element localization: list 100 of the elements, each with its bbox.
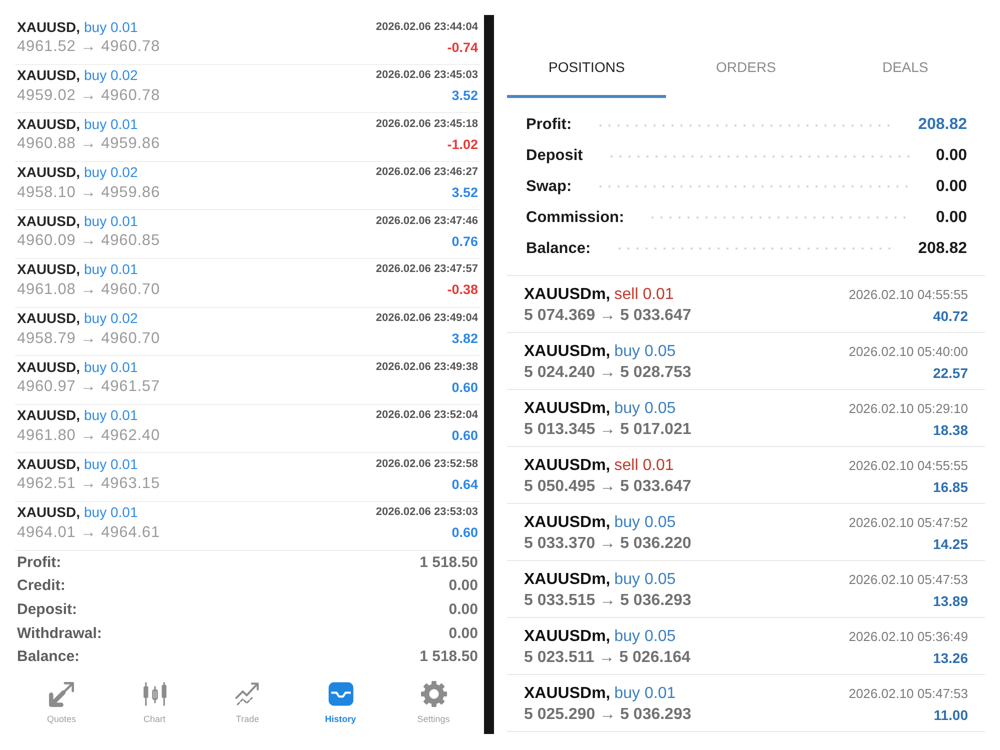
time-label: 2026.02.10 04:55:55 [848,287,968,302]
summary-label: Credit: [17,577,66,594]
profit-value: 13.89 [932,592,968,609]
summary-value: 0.00 [448,624,478,642]
summary-value: 1 518.50 [420,648,478,666]
trade-label: sell 0.01 [614,286,674,304]
trade-label: sell 0.01 [614,456,674,475]
inbox-icon [328,680,354,706]
summary-value: 0.00 [936,208,967,227]
price-label: 5 050.495 → 5 033.647 [524,478,692,496]
profit-value: 0.60 [452,428,478,444]
profit-value: 3.52 [452,185,478,200]
symbol-label: XAUUSDm, [524,514,610,532]
symbol-label: XAUUSDm, [524,286,610,304]
profit-value: 11.00 [934,706,968,723]
trend-arrow-icon [234,680,260,706]
price-label: 4964.01 → 4964.61 [17,524,161,542]
summary-label: Deposit: [17,601,77,618]
price-label: 5 074.369 → 5 033.647 [524,306,692,325]
price-label: 5 033.370 → 5 036.220 [524,534,692,553]
price-label: 5 033.515 → 5 036.293 [524,592,692,610]
time-label: 2026.02.06 23:47:46 [376,214,478,227]
time-label: 2026.02.06 23:47:57 [376,263,478,276]
symbol-label: XAUUSD, [17,67,80,84]
summary-value: 208.82 [918,240,967,258]
summary-label: Balance: [526,240,591,258]
trade-label: buy 0.02 [84,67,138,84]
trade-label: buy 0.05 [614,570,676,589]
trade-label: buy 0.01 [84,456,138,472]
summary-label: Balance: [17,648,80,666]
trade-label: buy 0.05 [614,628,676,646]
time-label: 2026.02.06 23:44:04 [376,20,478,32]
trade-label: buy 0.01 [614,684,676,703]
symbol-label: XAUUSD, [17,504,80,520]
profit-value: 3.82 [452,331,478,346]
time-label: 2026.02.06 23:52:04 [376,409,478,422]
summary-value: 0.00 [448,601,478,618]
tab[interactable]: ORDERS [666,38,826,98]
trade-label: buy 0.01 [84,358,138,375]
profit-value: -0.38 [447,282,478,298]
symbol-label: XAUUSDm, [524,570,610,589]
time-label: 2026.02.10 05:47:53 [848,572,968,588]
profit-value: -1.02 [447,136,478,152]
summary-label: Swap: [526,178,572,196]
profit-value: 18.38 [932,422,968,438]
trade-label: buy 0.01 [84,407,138,424]
time-label: 2026.02.06 23:53:03 [376,506,478,518]
time-label: 2026.02.10 05:40:00 [848,344,968,360]
price-label: 4961.52 → 4960.78 [17,38,161,56]
profit-value: 3.52 [452,88,478,104]
trade-label: buy 0.01 [84,504,138,520]
summary-value: 0.00 [936,147,967,166]
symbol-label: XAUUSD, [17,407,80,424]
summary-label: Profit: [526,116,572,134]
price-label: 5 025.290 → 5 036.293 [524,706,692,724]
price-label: 4961.08 → 4960.70 [17,280,161,299]
profit-value: 0.64 [452,476,478,492]
trade-label: buy 0.05 [614,400,676,418]
time-label: 2026.02.06 23:45:03 [376,69,478,82]
settings-icon [420,680,446,706]
symbol-label: XAUUSDm, [524,628,610,646]
trade-label: buy 0.01 [84,261,138,278]
price-label: 4959.02 → 4960.78 [17,86,161,105]
summary-value: 0.00 [448,577,478,594]
profit-value: -0.74 [447,40,478,54]
symbol-label: XAUUSD, [17,456,80,472]
time-label: 2026.02.10 05:47:52 [848,515,968,530]
profit-value: 0.76 [452,234,478,249]
profit-value: 13.26 [932,650,968,666]
profit-value: 14.25 [932,536,968,552]
price-label: 4958.79 → 4960.70 [17,330,161,348]
tab[interactable]: POSITIONS [507,38,666,98]
time-label: 2026.02.10 05:29:10 [848,401,968,416]
price-label: 4960.97 → 4961.57 [17,378,161,396]
summary-value: 1 518.50 [420,554,478,571]
candlestick-icon [142,680,168,706]
nav-item[interactable]: Settings [387,668,480,734]
nav-item[interactable]: History [294,668,387,734]
symbol-label: XAUUSD, [17,164,80,180]
nav-item[interactable]: Quotes [15,668,108,734]
time-label: 2026.02.06 23:49:04 [376,312,478,324]
summary-label: Withdrawal: [17,624,102,642]
nav-item[interactable]: Trade [201,668,294,734]
time-label: 2026.02.10 04:55:55 [848,458,968,474]
profit-value: 40.72 [932,308,968,324]
trade-label: buy 0.01 [84,116,138,132]
nav-item[interactable]: Chart [108,668,201,734]
time-label: 2026.02.10 05:36:49 [848,629,968,644]
trade-label: buy 0.02 [84,310,138,326]
profit-value: 0.60 [452,380,478,395]
price-label: 5 023.511 → 5 026.164 [524,648,692,667]
trade-label: buy 0.02 [84,164,138,180]
tab[interactable]: DEALS [826,38,985,98]
summary-label: Commission: [526,208,624,227]
price-label: 4961.80 → 4962.40 [17,426,161,445]
price-label: 4958.10 → 4959.86 [17,184,161,202]
profit-value: 22.57 [932,364,968,381]
trade-label: buy 0.05 [614,342,676,361]
symbol-label: XAUUSD, [17,116,80,132]
profit-value: 16.85 [932,478,968,495]
